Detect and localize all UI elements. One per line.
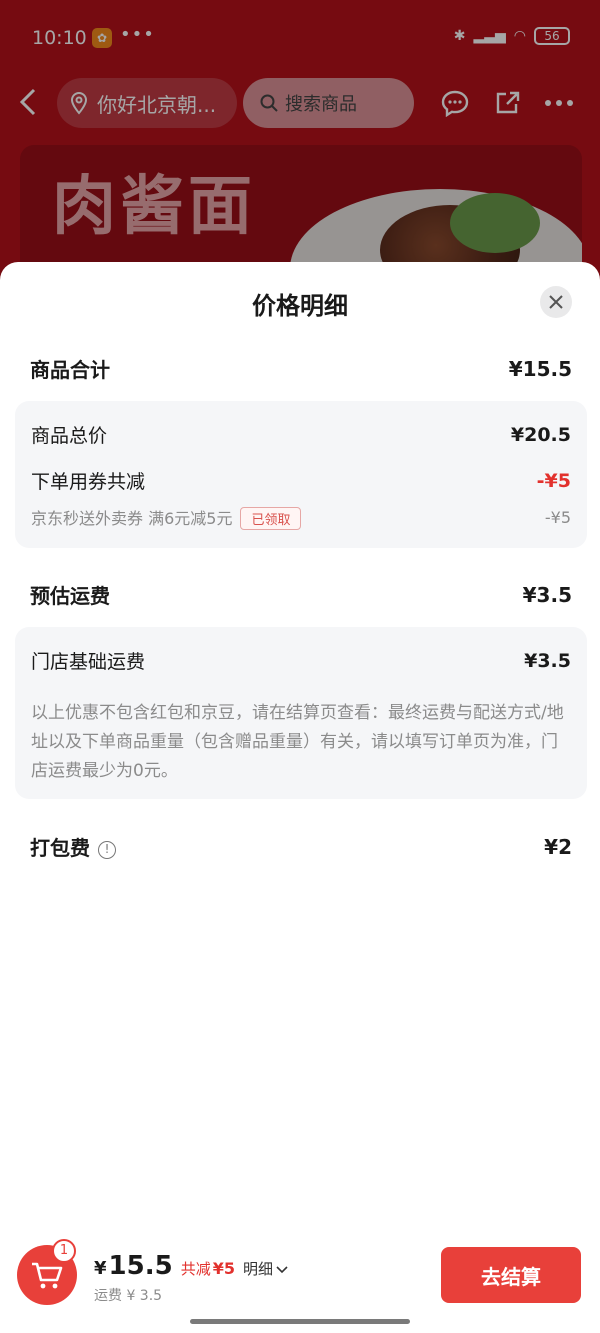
shipping-value: ¥3.5: [522, 582, 572, 607]
base-shipping-value: ¥3.5: [524, 649, 571, 672]
goods-detail-box: 商品总价 ¥20.5 下单用券共减 -¥5 京东秒送外卖券 满6元减5元 已领取 …: [15, 401, 587, 548]
background-page: 10:10 ✿ ••• ✱ ▂▃▅ ◠ 56 你好北京朝... 搜索商品 肉酱面: [0, 0, 600, 300]
price-detail-sheet: 价格明细 商品合计 ¥15.5 商品总价 ¥20.5 下单用券共减 -¥5 京东…: [0, 262, 600, 1333]
detail-label: 明细: [242, 1260, 273, 1278]
packing-fee-value: ¥2: [544, 834, 572, 859]
shipping-detail-box: 门店基础运费 ¥3.5 以上优惠不包含红包和京豆，请在结算页查看：最终运费与配送…: [15, 627, 587, 799]
goods-total-row: 商品合计 ¥15.5: [30, 354, 572, 383]
goods-total-label: 商品合计: [30, 358, 110, 382]
chevron-down-icon: [276, 1265, 288, 1273]
overlay-dim[interactable]: [0, 0, 600, 300]
checkout-bar: 1 ¥ 15.5 共减 ¥5 明细 运费 ¥ 3.5 去结算: [0, 1233, 600, 1333]
goods-price-value: ¥20.5: [510, 423, 571, 446]
shipping-note: 以上优惠不包含红包和京豆，请在结算页查看：最终运费与配送方式/地址以及下单商品重…: [31, 703, 564, 781]
shipping-row: 预估运费 ¥3.5: [30, 580, 572, 609]
home-indicator: [190, 1319, 410, 1324]
close-icon: [549, 295, 563, 309]
coupon-item: 京东秒送外卖券 满6元减5元 已领取: [31, 505, 302, 530]
base-shipping-label: 门店基础运费: [31, 651, 146, 673]
cart-icon: [32, 1262, 63, 1289]
coupon-item-row: 京东秒送外卖券 满6元减5元 已领取 -¥5: [31, 505, 571, 530]
total-price-line: ¥ 15.5 共减 ¥5 明细: [94, 1251, 288, 1281]
packing-fee-label-wrap: 打包费!: [30, 832, 116, 861]
discount-value: ¥5: [212, 1259, 235, 1278]
shipping-label: 预估运费: [30, 584, 110, 608]
coupon-discount-value: -¥5: [536, 469, 571, 492]
goods-price-label: 商品总价: [31, 425, 108, 447]
packing-fee-label: 打包费: [30, 836, 90, 860]
coupon-name: 京东秒送外卖券 满6元减5元: [31, 509, 233, 528]
coupon-discount-row: 下单用券共减 -¥5: [31, 467, 571, 494]
goods-total-value: ¥15.5: [508, 356, 572, 381]
shipping-summary: 运费 ¥ 3.5: [94, 1288, 163, 1304]
checkout-button[interactable]: 去结算: [441, 1247, 581, 1303]
base-shipping-row: 门店基础运费 ¥3.5: [31, 647, 571, 674]
detail-toggle[interactable]: 明细: [243, 1258, 288, 1279]
cart-count-badge: 1: [52, 1239, 76, 1263]
coupon-discount-label: 下单用券共减: [31, 471, 146, 493]
sheet-title: 价格明细: [252, 292, 348, 320]
info-icon[interactable]: !: [98, 840, 116, 859]
goods-price-row: 商品总价 ¥20.5: [31, 421, 571, 448]
currency-symbol: ¥: [94, 1258, 107, 1279]
discount-label: 共减: [180, 1260, 211, 1278]
close-button[interactable]: [540, 286, 572, 318]
coupon-item-value: -¥5: [544, 508, 571, 527]
packing-fee-row: 打包费! ¥2: [30, 832, 572, 861]
coupon-status-badge: 已领取: [240, 507, 302, 530]
total-price: 15.5: [108, 1251, 173, 1281]
